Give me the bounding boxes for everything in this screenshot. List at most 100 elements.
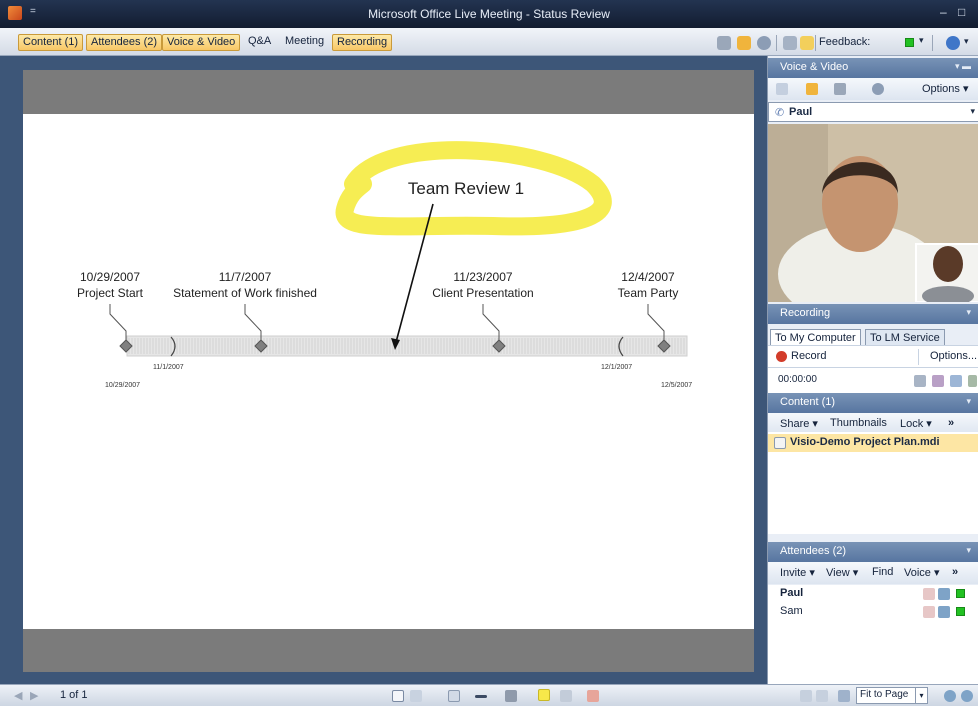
eraser-tool-icon[interactable] xyxy=(587,690,599,702)
menu-content[interactable]: Content (1) xyxy=(18,34,84,51)
zoom-out-icon[interactable] xyxy=(944,690,956,702)
attendee-row-paul[interactable]: Paul xyxy=(780,587,803,599)
speaker-select[interactable]: ✆ Paul ▾ xyxy=(768,102,978,122)
voice-button[interactable]: Voice ▾ xyxy=(904,566,940,579)
handout-icon[interactable] xyxy=(783,36,797,50)
attendee-row-sam[interactable]: Sam xyxy=(780,605,803,617)
menu-qa-label: Q&A xyxy=(248,35,272,47)
toolbar-separator xyxy=(932,35,933,51)
thumbnails-label: Thumbnails xyxy=(830,417,887,429)
pen-icon[interactable] xyxy=(717,36,731,50)
milestone-label: Statement of Work finished xyxy=(173,286,317,300)
record-button[interactable]: Record xyxy=(791,350,826,362)
fit-page-icon[interactable] xyxy=(838,690,850,702)
help-dropdown-icon[interactable]: ▾ xyxy=(964,36,969,47)
tab-to-my-computer-label: To My Computer xyxy=(775,332,856,344)
list-item[interactable]: Visio-Demo Project Plan.mdi xyxy=(768,434,978,452)
maximize-button[interactable]: □ xyxy=(958,5,965,19)
phone-icon[interactable] xyxy=(776,83,788,95)
voice-label: Voice xyxy=(904,567,931,579)
slide-bottom-margin xyxy=(23,629,754,672)
webcam-icon[interactable] xyxy=(757,36,771,50)
speaker-icon[interactable] xyxy=(737,36,751,50)
voice-video-header-label: Voice & Video xyxy=(780,61,849,73)
help-icon[interactable] xyxy=(946,36,960,50)
previous-page-icon[interactable]: ◀ xyxy=(14,689,22,702)
view-label: View xyxy=(826,567,850,579)
zoom-in-icon[interactable] xyxy=(961,690,973,702)
slide-canvas[interactable]: 10/29/2007 Project Start 11/7/2007 Statemen… xyxy=(23,114,754,629)
voice-video-header[interactable]: Voice & Video ▾ ▬ xyxy=(768,58,978,78)
page-indicator: 1 of 1 xyxy=(60,689,88,701)
right-pane: Voice & Video ▾ ▬ Options ▾ ✆ Paul ▾ Rec… xyxy=(767,56,978,684)
toolbar-separator xyxy=(918,349,919,365)
attendees-header[interactable]: Attendees (2) ▾ xyxy=(768,542,978,562)
share-button[interactable]: Share ▾ xyxy=(780,417,818,430)
menu-voice-video[interactable]: Voice & Video xyxy=(162,34,241,51)
recording-options-button[interactable]: Options... xyxy=(930,350,977,362)
milestone-date: 12/4/2007 xyxy=(621,270,675,284)
annotation-title: Team Review 1 xyxy=(408,179,524,198)
volume-icon[interactable] xyxy=(806,83,818,95)
stop-recording-icon[interactable] xyxy=(932,375,944,387)
select-area-icon[interactable] xyxy=(392,690,404,702)
thumbnails-button[interactable]: Thumbnails xyxy=(830,417,887,429)
print-icon[interactable] xyxy=(816,690,828,702)
view-button[interactable]: View ▾ xyxy=(826,566,858,579)
more-chevron-icon[interactable]: » xyxy=(948,417,954,429)
check-tool-icon[interactable] xyxy=(560,690,572,702)
record-icon[interactable] xyxy=(776,351,787,362)
pane-menu-icon[interactable]: ▾ xyxy=(966,545,971,556)
minimize-button[interactable]: – xyxy=(940,5,947,19)
toolbar-separator xyxy=(776,35,777,51)
highlighter-tool-icon[interactable] xyxy=(538,689,550,701)
attendees-header-label: Attendees (2) xyxy=(780,545,847,557)
find-button[interactable]: Find xyxy=(872,566,893,578)
voice-video-toolbar: Options ▾ xyxy=(768,78,978,100)
zoom-select[interactable]: Fit to Page ▾ xyxy=(856,687,928,704)
menu-meeting[interactable]: Meeting xyxy=(281,34,328,51)
toolbar-separator xyxy=(815,35,816,51)
recording-settings-icon[interactable] xyxy=(950,375,962,387)
content-header[interactable]: Content (1) ▾ xyxy=(768,393,978,413)
menu-attendees[interactable]: Attendees (2) xyxy=(86,34,163,51)
next-page-icon[interactable]: ▶ xyxy=(30,689,38,702)
menu-content-label: Content (1) xyxy=(23,36,79,48)
milestone-connector xyxy=(482,304,500,340)
recording-header-label: Recording xyxy=(780,307,831,319)
mic-icon[interactable] xyxy=(834,83,846,95)
pane-menu-icon[interactable]: ▾ ▬ xyxy=(955,61,971,72)
speaker-dropdown-icon[interactable]: ▾ xyxy=(970,106,975,117)
camera-icon[interactable] xyxy=(872,83,884,95)
more-chevron-icon[interactable]: » xyxy=(952,566,958,578)
menu-qa[interactable]: Q&A xyxy=(244,34,275,51)
line-tool-icon[interactable] xyxy=(475,695,487,698)
record-status-row: 00:00:00 xyxy=(768,367,978,393)
feedback-dropdown-icon[interactable]: ▾ xyxy=(919,35,924,46)
invite-button[interactable]: Invite ▾ xyxy=(780,566,815,579)
voice-options-label: Options xyxy=(922,83,960,95)
milestone-connector xyxy=(244,304,262,340)
lock-button[interactable]: Lock ▾ xyxy=(900,417,932,430)
active-speaker-name: Paul xyxy=(789,106,813,118)
text-tool-icon[interactable] xyxy=(448,690,460,702)
menu-recording[interactable]: Recording xyxy=(332,34,393,51)
voice-options-button[interactable]: Options ▾ xyxy=(922,82,969,95)
pane-menu-icon[interactable]: ▾ xyxy=(966,307,971,318)
pane-menu-icon[interactable]: ▾ xyxy=(966,396,971,407)
feedback-status-icon[interactable] xyxy=(905,38,914,47)
milestone-date: 11/23/2007 xyxy=(453,270,512,284)
content-stage: 10/29/2007 Project Start 11/7/2007 Statemen… xyxy=(9,56,765,684)
notes-icon[interactable] xyxy=(800,36,814,50)
attendee-list: Paul Sam xyxy=(768,585,978,684)
zoom-dropdown-icon[interactable]: ▾ xyxy=(915,688,927,703)
page-layout-icon[interactable] xyxy=(800,690,812,702)
milestone-connector xyxy=(647,304,665,340)
pause-recording-icon[interactable] xyxy=(914,375,926,387)
attendee-audio-icon xyxy=(923,588,935,600)
recording-header[interactable]: Recording ▾ xyxy=(768,304,978,324)
content-file-name: Visio-Demo Project Plan.mdi xyxy=(790,436,940,448)
recording-more-icon[interactable] xyxy=(968,375,977,387)
shape-tool-icon[interactable] xyxy=(505,690,517,702)
pointer-icon[interactable] xyxy=(410,690,422,702)
